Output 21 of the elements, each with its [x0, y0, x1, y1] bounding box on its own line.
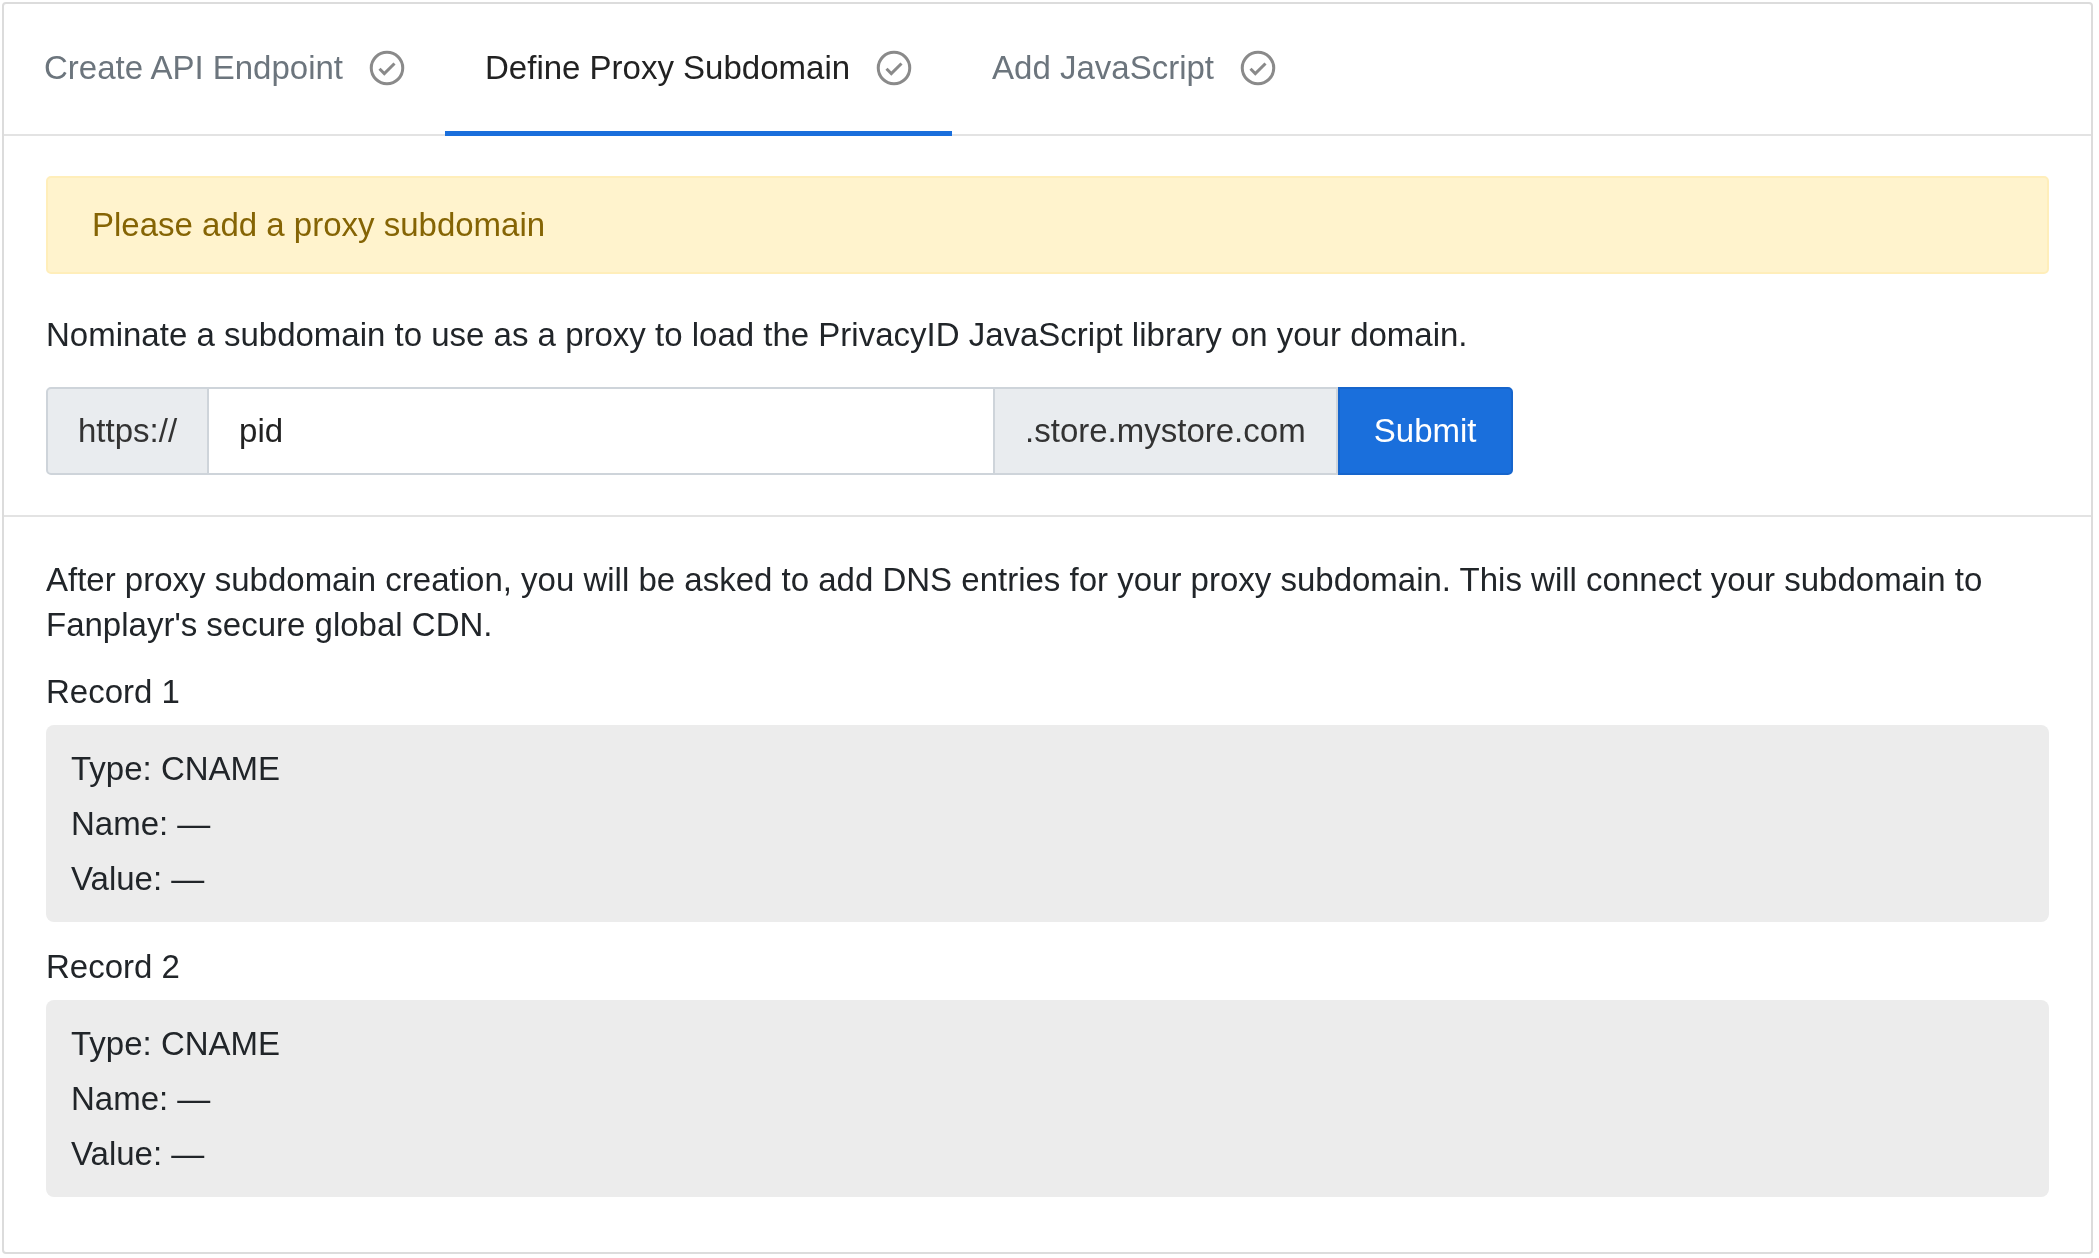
suffix-addon: .store.mystore.com	[993, 387, 1338, 475]
step-tab[interactable]: Create API Endpoint	[4, 4, 446, 136]
dns-note-text: After proxy subdomain creation, you will be asked to add DNS entries for your proxy subdomain. This will connect your subdomain to Fanplayr's secure global CDN.	[46, 560, 1984, 645]
step-tab[interactable]: Define Proxy Subdomain	[445, 4, 953, 136]
step-tab[interactable]: Add JavaScript	[952, 4, 1316, 136]
submit-button[interactable]: Submit	[1337, 387, 1513, 475]
prefix-addon: https://	[46, 387, 210, 475]
record-title: Record 2	[46, 948, 181, 986]
check-circle-icon	[1240, 49, 1276, 86]
warning-alert: Please add a proxy subdomain	[46, 176, 2049, 274]
record-line: Name: —	[71, 804, 212, 844]
check-circle-icon	[876, 49, 913, 86]
record-line: Value: —	[71, 1134, 206, 1174]
record-line: Name: —	[71, 1079, 212, 1119]
record-line: Value: —	[71, 859, 206, 899]
check-circle-icon	[369, 49, 406, 86]
record-line: Type: CNAME	[71, 749, 282, 789]
subdomain-input[interactable]: pid	[209, 387, 994, 475]
record-title: Record 1	[46, 673, 181, 711]
intro-text: Nominate a subdomain to use as a proxy to load the PrivacyID JavaScript library on your domain.	[46, 315, 1469, 355]
record-line: Type: CNAME	[71, 1024, 282, 1064]
